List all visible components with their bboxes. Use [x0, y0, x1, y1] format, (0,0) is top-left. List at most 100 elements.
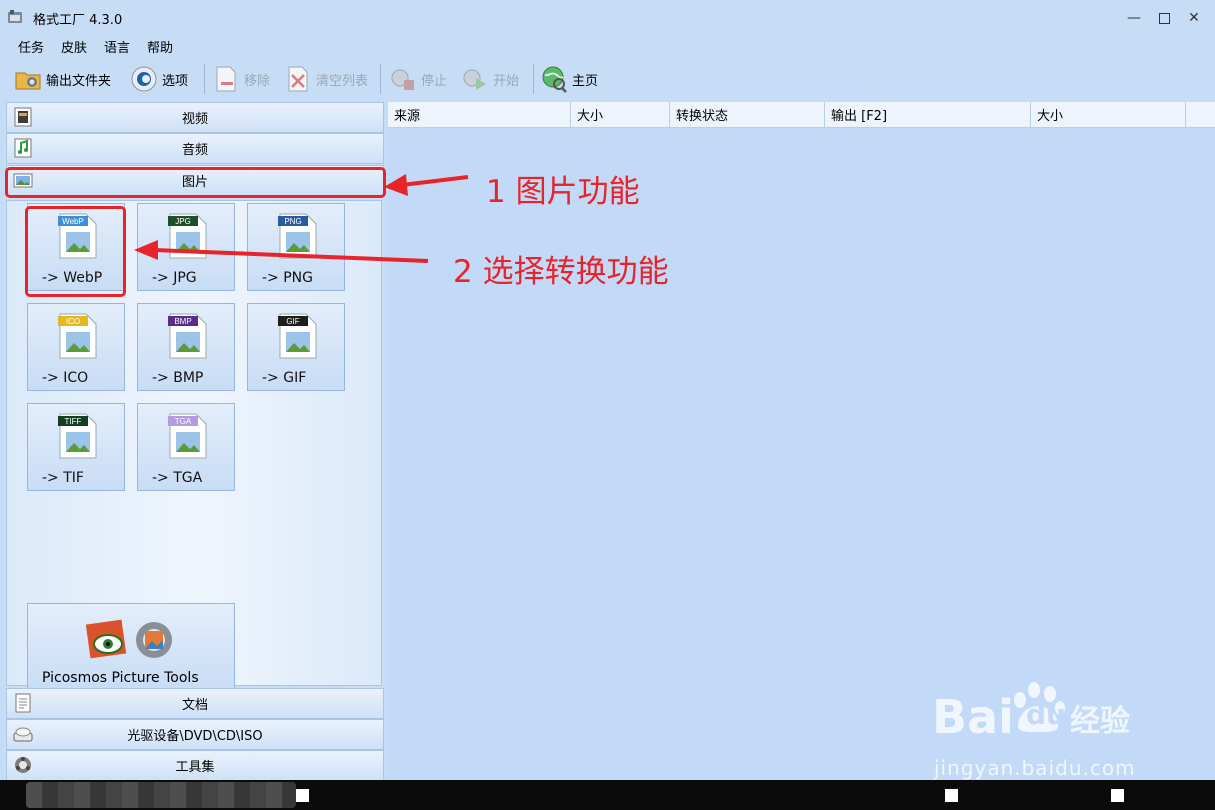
- options-label: 选项: [162, 73, 189, 89]
- toolbar-divider: [533, 64, 534, 94]
- column-status[interactable]: 转换状态: [670, 102, 825, 127]
- format-button-gif[interactable]: GIF -> GIF: [247, 303, 345, 391]
- file-icon: GIF: [278, 313, 317, 359]
- format-button-bmp[interactable]: BMP -> BMP: [137, 303, 235, 391]
- format-badge: TGA: [175, 417, 192, 426]
- start-label: 开始: [493, 73, 520, 89]
- annotation-highlight-image-category: [5, 167, 386, 198]
- stop-button[interactable]: 停止: [389, 62, 447, 96]
- music-icon: [14, 138, 32, 158]
- annotation-highlight-webp: [25, 206, 126, 297]
- format-badge: GIF: [286, 317, 299, 326]
- taskbar: [0, 780, 1215, 810]
- format-badge: BMP: [174, 317, 191, 326]
- category-video[interactable]: 视频: [6, 102, 384, 133]
- window-title: 格式工厂 4.3.0: [33, 13, 123, 28]
- annotation-arrow-1: [384, 174, 469, 196]
- toolbar-divider: [204, 64, 205, 94]
- checkbox-icon[interactable]: [296, 789, 309, 802]
- watermark-brand: Bai: [932, 690, 1014, 744]
- minimize-button[interactable]: —: [1121, 6, 1147, 30]
- format-badge: JPG: [175, 217, 191, 226]
- toolbar: 输出文件夹 选项 移除 清空列表 停止 开始 主页: [0, 58, 1215, 100]
- checkbox-icon[interactable]: [1111, 789, 1124, 802]
- format-label: -> PNG: [262, 270, 313, 286]
- format-button-tiff[interactable]: TIFF -> TIF: [27, 403, 125, 491]
- globe-icon: [542, 66, 567, 93]
- category-tools-label: 工具集: [175, 760, 215, 775]
- format-label: -> JPG: [152, 270, 197, 286]
- file-icon: ICO: [58, 313, 97, 359]
- remove-icon: [216, 66, 236, 92]
- gear-icon: [131, 66, 157, 92]
- category-optical-label: 光驱设备\DVD\CD\ISO: [127, 729, 263, 744]
- picosmos-label: Picosmos Picture Tools: [42, 670, 199, 686]
- format-label: -> BMP: [152, 370, 204, 386]
- category-audio[interactable]: 音频: [6, 133, 384, 164]
- clear-list-button[interactable]: 清空列表: [284, 62, 368, 96]
- stop-icon: [391, 69, 414, 90]
- clear-list-icon: [288, 66, 308, 92]
- format-button-tga[interactable]: TGA -> TGA: [137, 403, 235, 491]
- column-output[interactable]: 输出 [F2]: [825, 102, 1031, 127]
- output-folder-button[interactable]: 输出文件夹: [14, 62, 111, 96]
- menu-language[interactable]: 语言: [104, 37, 130, 56]
- column-source[interactable]: 来源: [388, 102, 571, 127]
- format-label: -> GIF: [262, 370, 307, 386]
- task-list-header: 来源 大小 转换状态 输出 [F2] 大小: [388, 102, 1215, 128]
- category-document[interactable]: 文档: [6, 688, 384, 719]
- document-icon: [15, 693, 31, 713]
- category-optical[interactable]: 光驱设备\DVD\CD\ISO: [6, 719, 384, 750]
- column-size[interactable]: 大小: [571, 102, 670, 127]
- title-bar: 格式工厂 4.3.0 — ✕: [0, 0, 1215, 34]
- picosmos-tool-button[interactable]: Picosmos Picture Tools: [27, 603, 235, 691]
- close-button[interactable]: ✕: [1181, 6, 1207, 30]
- maximize-button[interactable]: [1151, 6, 1177, 30]
- start-button[interactable]: 开始: [461, 62, 519, 96]
- annotation-step-1: 1 图片功能: [486, 174, 640, 210]
- drive-icon: [13, 727, 33, 742]
- format-label: -> TIF: [42, 470, 84, 486]
- watermark-brand-2: du: [1026, 698, 1066, 731]
- minimize-icon: —: [1127, 10, 1141, 26]
- home-label: 主页: [572, 73, 599, 89]
- tools-icon: [15, 757, 31, 773]
- category-audio-label: 音频: [181, 143, 208, 158]
- maximize-icon: [1158, 12, 1170, 24]
- file-icon: TGA: [168, 413, 207, 459]
- remove-label: 移除: [244, 73, 271, 89]
- options-button[interactable]: 选项: [130, 62, 188, 96]
- menu-help[interactable]: 帮助: [147, 37, 173, 56]
- format-button-ico[interactable]: ICO -> ICO: [27, 303, 125, 391]
- start-icon: [463, 69, 486, 90]
- film-icon: [14, 107, 32, 127]
- remove-button[interactable]: 移除: [212, 62, 270, 96]
- format-badge: PNG: [284, 217, 301, 226]
- category-panel: 视频 音频 图片 WebP -> WebP JPG -> JPG PNG -> PNG IC…: [4, 102, 384, 781]
- menu-bar: 任务 皮肤 语言 帮助: [0, 34, 1215, 58]
- annotation-arrow-2: [134, 240, 429, 263]
- output-folder-label: 输出文件夹: [46, 73, 112, 89]
- watermark-cn: 经验: [1070, 704, 1130, 739]
- watermark-url: jingyan.baidu.com: [934, 756, 1136, 780]
- format-label: -> TGA: [152, 470, 203, 486]
- file-icon: TIFF: [58, 413, 97, 459]
- app-icon: [8, 10, 22, 23]
- category-tools[interactable]: 工具集: [6, 750, 384, 781]
- home-button[interactable]: 主页: [540, 62, 598, 96]
- column-output-size[interactable]: 大小: [1031, 102, 1186, 127]
- format-label: -> ICO: [42, 370, 89, 386]
- tray-icon[interactable]: [945, 789, 958, 802]
- file-icon: BMP: [168, 313, 207, 359]
- menu-task[interactable]: 任务: [18, 37, 44, 56]
- watermark: Bai du 经验 jingyan.baidu.com: [930, 680, 1160, 790]
- format-badge: TIFF: [65, 417, 82, 426]
- blurred-taskbar-items: [26, 782, 296, 808]
- annotation-step-2: 2 选择转换功能: [453, 254, 669, 290]
- stop-label: 停止: [421, 73, 448, 89]
- toolbar-divider: [380, 64, 381, 94]
- category-document-label: 文档: [181, 698, 208, 713]
- menu-skin[interactable]: 皮肤: [61, 37, 87, 56]
- picosmos-icon: [85, 619, 172, 659]
- format-badge: ICO: [66, 317, 80, 326]
